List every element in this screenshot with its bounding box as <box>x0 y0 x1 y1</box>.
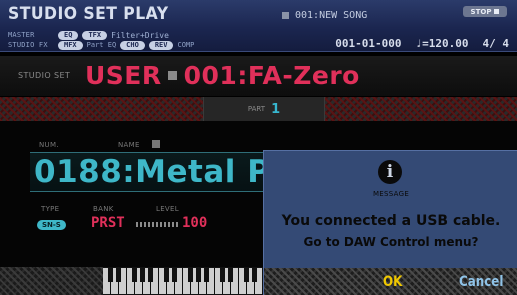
tone-level[interactable]: 100 <box>182 215 207 231</box>
studio-set-bank: USER <box>85 61 162 90</box>
studio-fx-label: STUDIO FX <box>8 41 48 49</box>
part-number: 1 <box>271 101 281 117</box>
master-fx-row: MASTER EQ TFX Filter+Drive <box>8 30 169 40</box>
dialog-button-bar: OK Cancel <box>264 268 517 295</box>
screen-title: STUDIO SET PLAY <box>8 4 169 24</box>
top-bar: STUDIO SET PLAY MASTER EQ TFX Filter+Dri… <box>0 0 517 52</box>
master-label: MASTER <box>8 31 35 39</box>
bank-label: BANK <box>93 205 114 213</box>
dialog-message-line2: Go to DAW Control menu? <box>303 235 479 249</box>
level-meter[interactable] <box>136 222 178 227</box>
song-square-icon <box>282 12 289 19</box>
part-bar: PART 1 <box>0 97 517 121</box>
dialog-message-line1: You connected a USB cable. <box>281 213 501 229</box>
song-name: 001:NEW SONG <box>295 10 368 21</box>
mfx-switch[interactable]: MFX <box>58 40 83 50</box>
tone-type-badge: SN-S <box>37 220 66 230</box>
studio-set-row[interactable]: STUDIO SET USER 001:FA-Zero <box>0 56 517 96</box>
song-position: 001-01-000 <box>335 37 402 50</box>
info-icon: i <box>378 160 402 184</box>
eq-switch[interactable]: EQ <box>58 30 79 40</box>
cancel-button[interactable]: Cancel <box>459 274 503 290</box>
time-signature: 4/ 4 <box>482 37 510 50</box>
dialog-title: MESSAGE <box>372 190 410 198</box>
part-selector[interactable]: PART 1 <box>203 97 325 121</box>
song-indicator[interactable]: 001:NEW SONG <box>282 10 367 21</box>
ok-button[interactable]: OK <box>383 274 402 290</box>
studio-set-label: STUDIO SET <box>18 71 71 80</box>
tone-bank[interactable]: PRST <box>91 215 125 231</box>
tempo-value: ♩=120.00 <box>415 37 469 50</box>
message-dialog: i MESSAGE You connected a USB cable. Go … <box>263 150 517 295</box>
comp-label: COMP <box>177 41 195 49</box>
rev-switch[interactable]: REV <box>148 40 174 50</box>
position-readout: 001-01-000 ♩=120.00 4/ 4 <box>335 37 509 50</box>
part-label: PART <box>247 105 266 113</box>
tfx-switch[interactable]: TFX <box>82 30 108 40</box>
studio-set-number-name: 001:FA-Zero <box>183 61 360 90</box>
transport-label: STOP <box>470 7 492 16</box>
studio-set-name[interactable]: USER 001:FA-Zero <box>85 61 360 90</box>
level-label: LEVEL <box>156 205 179 213</box>
studio-fx-row: STUDIO FX MFX Part EQ CHO REV COMP <box>8 40 194 50</box>
square-icon <box>167 70 177 80</box>
tfx-type: Filter+Drive <box>111 30 169 40</box>
transport-status: STOP <box>463 6 507 17</box>
keyboard-icon <box>103 267 263 295</box>
part-eq-label: Part EQ <box>86 41 117 49</box>
num-label: NUM. <box>39 141 59 149</box>
stop-icon <box>494 9 500 14</box>
name-label: NAME <box>118 141 140 149</box>
type-label: TYPE <box>41 205 60 213</box>
cho-switch[interactable]: CHO <box>120 40 145 50</box>
name-edit-icon[interactable] <box>152 140 160 148</box>
